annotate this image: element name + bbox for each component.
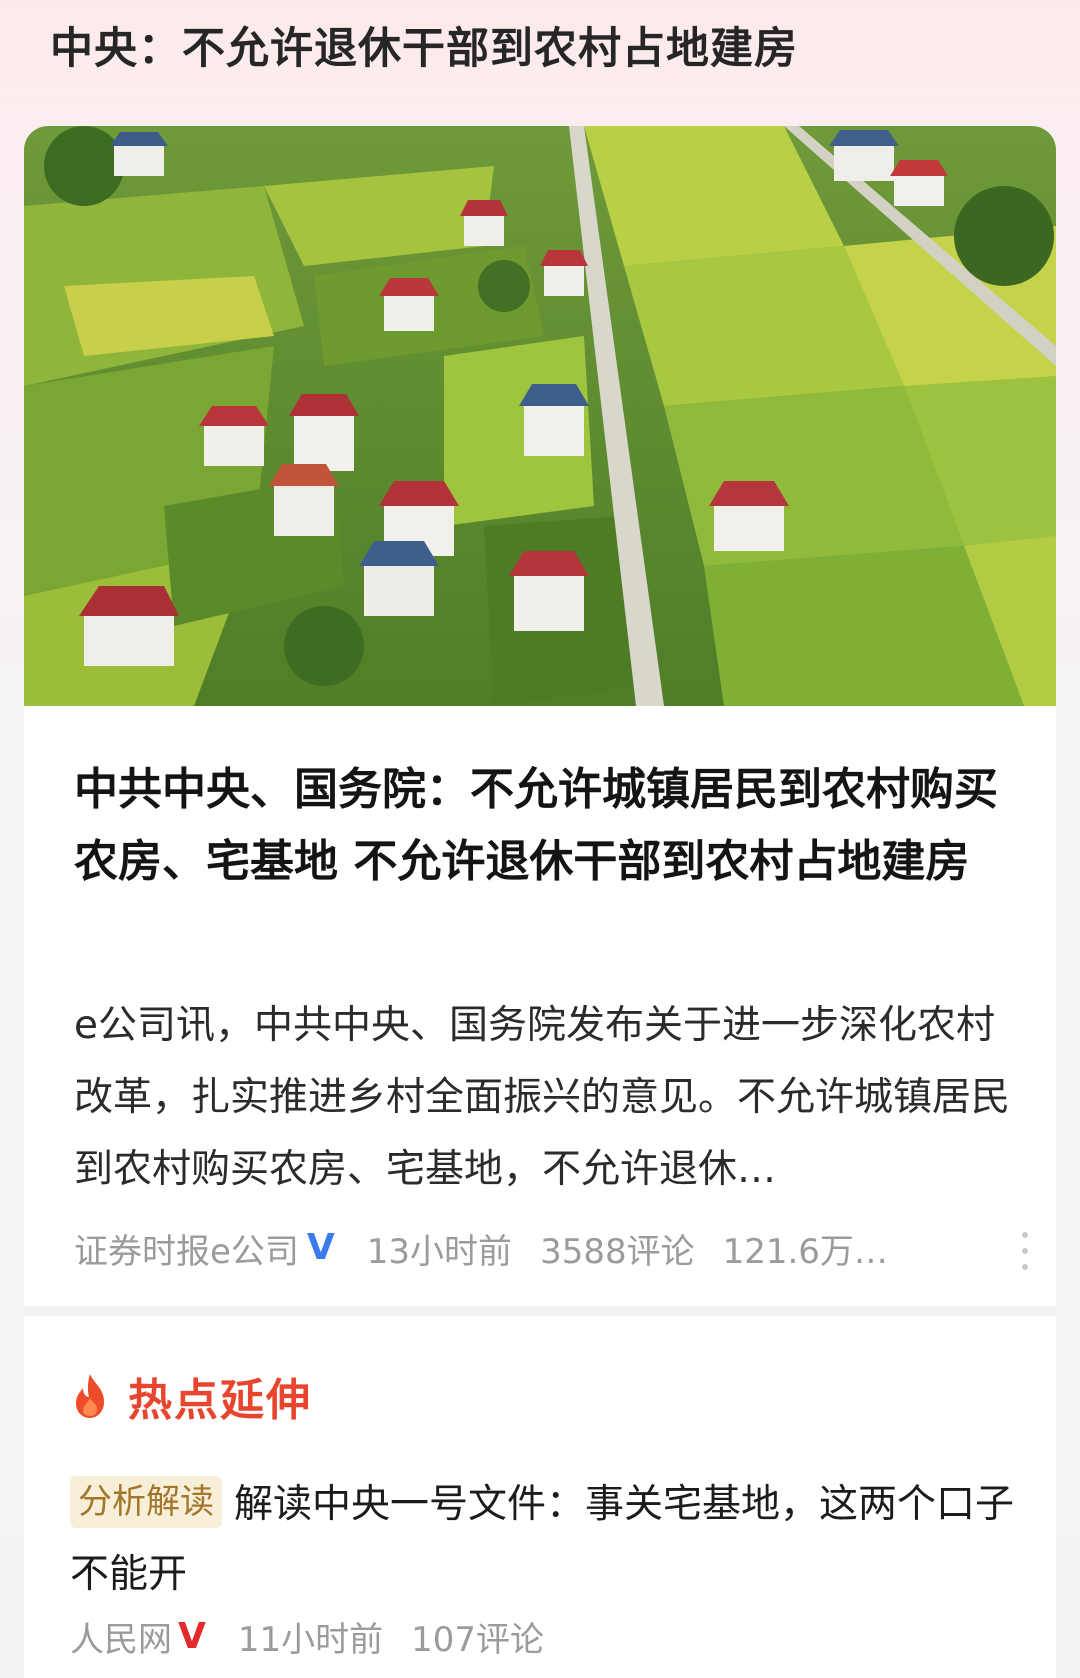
hot-extension-header: 热点延伸 bbox=[70, 1364, 312, 1428]
page-title: 中央：不允许退休干部到农村占地建房 bbox=[50, 24, 798, 74]
article-time: 13小时前 bbox=[366, 1231, 513, 1272]
related-article-source[interactable]: 人民网 bbox=[70, 1612, 172, 1661]
related-article-meta: 人民网 V 11小时前 107评论 bbox=[70, 1612, 544, 1661]
article-summary[interactable]: e公司讯，中共中央、国务院发布关于进一步深化农村改革，扎实推进乡村全面振兴的意见… bbox=[74, 990, 1024, 1206]
article-source[interactable]: 证券时报e公司 bbox=[74, 1224, 299, 1273]
verified-v-icon: V bbox=[178, 1615, 206, 1657]
fire-icon bbox=[76, 1374, 104, 1418]
analysis-tag: 分析解读 bbox=[70, 1476, 222, 1528]
vertical-ellipsis-icon[interactable] bbox=[1022, 1232, 1032, 1272]
article-views: 121.6万… bbox=[722, 1231, 888, 1272]
article-comments[interactable]: 3588评论 bbox=[540, 1224, 695, 1273]
related-article[interactable]: 分析解读 解读中央一号文件：事关宅基地，这两个口子不能开 bbox=[70, 1470, 1030, 1610]
article-headline[interactable]: 中共中央、国务院：不允许城镇居民到农村购买农房、宅基地 不允许退休干部到农村占地… bbox=[74, 754, 1034, 898]
section-divider bbox=[24, 1306, 1056, 1316]
verified-v-icon: V bbox=[306, 1227, 335, 1268]
related-article-comments[interactable]: 107评论 bbox=[411, 1612, 544, 1661]
article-hero-image[interactable] bbox=[24, 126, 1056, 706]
related-article-time: 11小时前 bbox=[237, 1620, 384, 1660]
news-card[interactable]: 中共中央、国务院：不允许城镇居民到农村购买农房、宅基地 不允许退休干部到农村占地… bbox=[24, 126, 1056, 1316]
hot-extension-title: 热点延伸 bbox=[128, 1375, 312, 1426]
article-meta: 证券时报e公司 V 13小时前 3588评论 121.6万… bbox=[74, 1216, 888, 1280]
